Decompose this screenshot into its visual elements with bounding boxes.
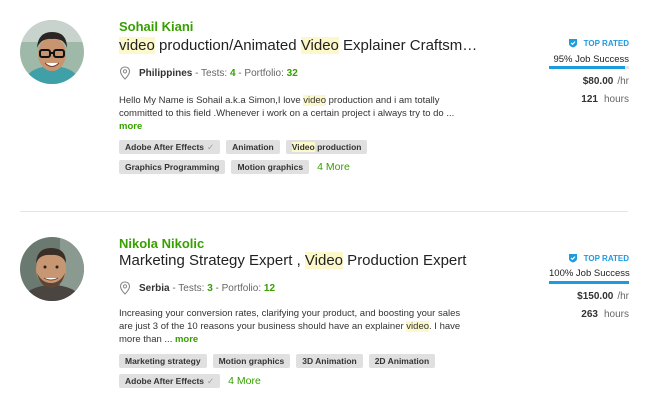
- more-skills-link[interactable]: 4 More: [317, 161, 350, 173]
- job-success: 100% Job Success: [549, 268, 630, 279]
- title-part: Explainer Craftsmanship: [343, 37, 479, 54]
- skill-tag[interactable]: 2D Animation: [368, 354, 436, 368]
- more-link[interactable]: more: [175, 334, 198, 345]
- location-row: Serbia - Tests: 3 - Portfolio: 12: [119, 281, 275, 295]
- title-part: Video: [304, 252, 344, 269]
- location-pin-icon: [119, 66, 131, 80]
- portfolio-label: - Portfolio:: [235, 67, 287, 79]
- skill-tag[interactable]: 3D Animation: [296, 354, 363, 368]
- freelancer-name[interactable]: Nikola Nikolic: [119, 236, 204, 251]
- rate-value: $150.00: [577, 291, 614, 302]
- skill-tag[interactable]: Adobe After Effects ✓: [119, 374, 221, 388]
- top-rated-badge: TOP RATED: [568, 38, 629, 48]
- job-success-fill: [549, 281, 629, 284]
- rate-unit: /hr: [617, 291, 629, 302]
- freelancer-name[interactable]: Sohail Kiani: [119, 19, 193, 34]
- skill-tag[interactable]: Motion graphics: [231, 160, 310, 174]
- skill-tag[interactable]: Motion graphics: [212, 354, 291, 368]
- skill-tag[interactable]: Animation: [226, 140, 280, 154]
- tests-label: - Tests:: [192, 67, 230, 79]
- skill-tag[interactable]: Adobe After Effects ✓: [119, 140, 221, 154]
- freelancer-title[interactable]: Marketing Strategy Expert , Video Produc…: [119, 252, 479, 269]
- portfolio-count: 32: [286, 67, 298, 79]
- tests-label: - Tests:: [169, 282, 208, 294]
- avatar[interactable]: [20, 20, 84, 84]
- desc-highlight: video: [303, 95, 326, 106]
- skill-label: Motion graphics: [218, 356, 285, 366]
- skill-label: Adobe After Effects: [125, 376, 205, 386]
- hours-value: 121: [581, 94, 598, 105]
- shield-icon: [568, 254, 577, 263]
- skill-tag[interactable]: Video production: [285, 140, 368, 154]
- freelancer-card: Nikola Nikolic Marketing Strategy Expert…: [0, 214, 650, 417]
- top-rated-badge: TOP RATED: [568, 253, 629, 263]
- country: Philippines: [139, 67, 193, 79]
- skill-label: Adobe After Effects: [125, 142, 205, 152]
- skill-tag[interactable]: Marketing strategy: [119, 354, 207, 368]
- skill-label: production: [314, 142, 362, 152]
- skill-label: 3D Animation: [302, 356, 357, 366]
- avatar[interactable]: [20, 237, 84, 301]
- freelancer-title[interactable]: video production/Animated Video Explaine…: [119, 37, 479, 54]
- title-part: video: [119, 37, 155, 54]
- hours-value: 263: [581, 309, 598, 320]
- title-part: Video: [300, 37, 339, 54]
- freelancer-card: Sohail Kiani video production/Animated V…: [0, 0, 650, 212]
- skills-list: Adobe After Effects ✓ Animation Video pro…: [119, 140, 479, 174]
- skill-label: 2D Animation: [374, 356, 430, 366]
- skills-list: Marketing strategy Motion graphics 3D An…: [119, 354, 479, 388]
- badge-label: TOP RATED: [583, 38, 629, 48]
- desc-text: Hello My Name is Sohail a.k.a Simon,I lo…: [119, 95, 304, 106]
- job-success: 95% Job Success: [553, 54, 629, 65]
- skill-tag[interactable]: Graphics Programming: [119, 160, 226, 174]
- verified-check-icon: ✓: [207, 376, 215, 386]
- hours-unit: hours: [603, 309, 629, 320]
- hours-unit: hours: [603, 94, 629, 105]
- shield-icon: [568, 39, 577, 48]
- rate-unit: /hr: [617, 76, 629, 87]
- title-part: Production Expert: [343, 252, 467, 269]
- badge-label: TOP RATED: [583, 253, 629, 263]
- location-pin-icon: [119, 281, 131, 295]
- location-row: Philippines - Tests: 4 - Portfolio: 32: [119, 66, 298, 80]
- skill-label: Animation: [232, 142, 274, 152]
- freelancer-description: Hello My Name is Sohail a.k.a Simon,I lo…: [119, 94, 474, 133]
- portfolio-count: 12: [263, 282, 276, 294]
- hours-worked: 121 hours: [581, 94, 629, 105]
- rate-value: $80.00: [582, 76, 614, 87]
- job-success-bar: [549, 281, 629, 284]
- skill-highlight: Video: [291, 142, 315, 152]
- desc-highlight: video: [406, 321, 430, 332]
- portfolio-label: - Portfolio:: [212, 282, 264, 294]
- skill-label: Marketing strategy: [125, 356, 201, 366]
- verified-check-icon: ✓: [207, 142, 215, 152]
- hourly-rate: $150.00/hr: [577, 291, 629, 302]
- more-skills-link[interactable]: 4 More: [228, 375, 261, 387]
- job-success-fill: [549, 66, 625, 69]
- hourly-rate: $80.00/hr: [583, 76, 629, 87]
- skill-label: Graphics Programming: [125, 162, 220, 172]
- title-part: production/Animated: [154, 37, 301, 54]
- skill-label: Motion graphics: [237, 162, 304, 172]
- hours-worked: 263 hours: [581, 309, 629, 320]
- job-success-bar: [549, 66, 629, 69]
- title-part: Marketing Strategy Expert ,: [119, 252, 305, 269]
- country: Serbia: [139, 282, 170, 294]
- more-link[interactable]: more: [119, 121, 142, 132]
- freelancer-description: Increasing your conversion rates, clarif…: [119, 307, 474, 346]
